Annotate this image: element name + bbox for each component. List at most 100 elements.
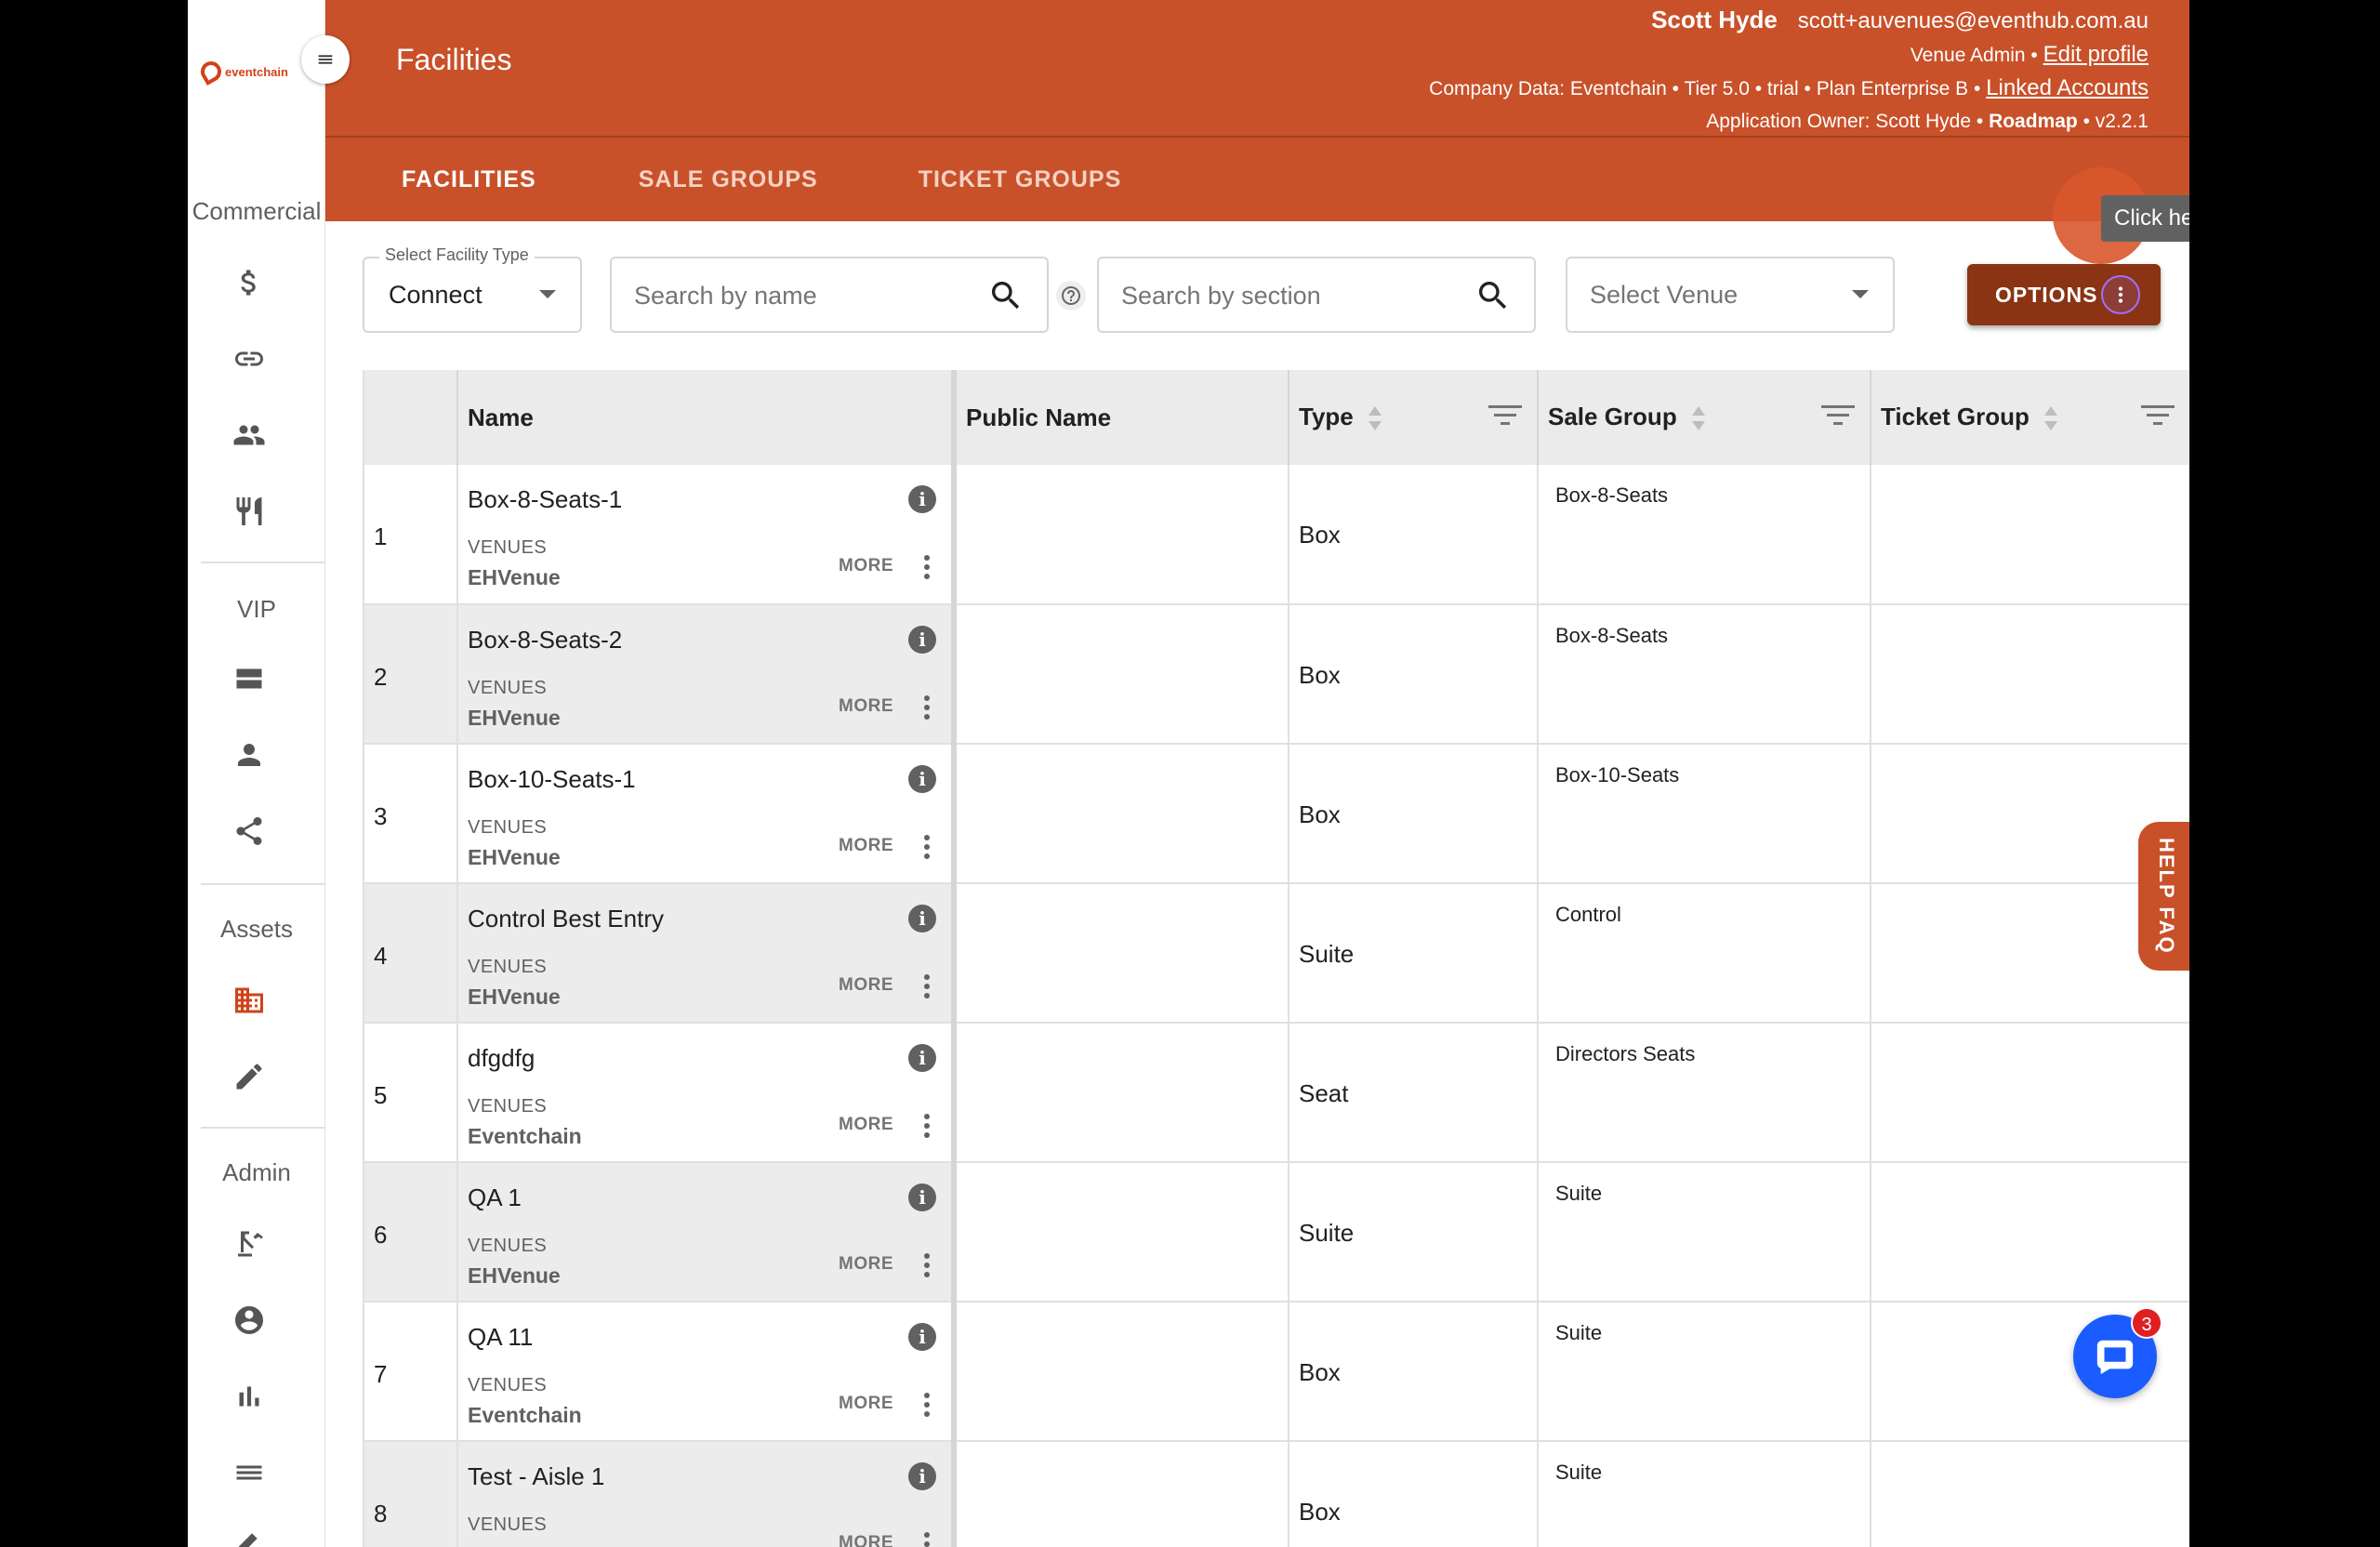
box-icon[interactable] [229, 658, 270, 699]
people-icon[interactable] [229, 415, 270, 456]
table-row[interactable]: 7 QA 11 i VENUES Eventchain MORE Box Sui… [364, 1302, 2189, 1442]
sidebar-section-admin: Admin [222, 1158, 291, 1186]
more-button[interactable]: MORE [839, 1254, 893, 1275]
search-icon[interactable] [1474, 277, 1512, 314]
options-button[interactable]: OPTIONS [1967, 264, 2161, 325]
column-header-name[interactable]: Name [457, 370, 957, 465]
venue-name: EHVenue [468, 1263, 561, 1288]
pencil-icon[interactable] [229, 1056, 270, 1097]
share-icon[interactable] [229, 811, 270, 852]
more-button[interactable]: MORE [839, 975, 893, 996]
row-number: 8 [364, 1441, 458, 1547]
facility-name-cell: dfgdfg i VENUES Eventchain MORE [457, 1023, 957, 1163]
info-icon[interactable]: i [908, 1462, 936, 1490]
more-vert-icon[interactable] [2101, 275, 2140, 314]
info-icon[interactable]: i [908, 1044, 936, 1072]
more-vert-icon[interactable] [923, 973, 931, 999]
facility-name-cell: Box-8-Seats-2 i VENUES EHVenue MORE [457, 604, 957, 745]
venue-select[interactable]: Select Venue [1566, 257, 1895, 333]
facility-type-select[interactable]: Select Facility Type Connect [363, 245, 582, 333]
public-name-cell [954, 1023, 1289, 1163]
sidebar-divider [201, 1127, 325, 1129]
column-header-type[interactable]: Type [1289, 370, 1539, 465]
column-header-sale-group[interactable]: Sale Group [1538, 370, 1871, 465]
table-row[interactable]: 4 Control Best Entry i VENUES EHVenue MO… [364, 883, 2189, 1024]
more-vert-icon[interactable] [923, 694, 931, 721]
menu-toggle-button[interactable] [301, 35, 350, 84]
column-header-label: Type [1299, 402, 1354, 430]
info-icon[interactable]: i [908, 1323, 936, 1351]
ticket-group-cell [1871, 1023, 2189, 1163]
table-row[interactable]: 1 Box-8-Seats-1 i VENUES EHVenue MORE Bo… [364, 465, 2189, 605]
dollar-icon[interactable] [229, 262, 270, 303]
tab-facilities[interactable]: FACILITIES [325, 138, 602, 221]
roadmap-link[interactable]: Roadmap [1989, 111, 2078, 132]
more-vert-icon[interactable] [923, 834, 931, 860]
table-row[interactable]: 5 dfgdfg i VENUES Eventchain MORE Seat D… [364, 1023, 2189, 1163]
sale-group-cell: Suite [1538, 1302, 1871, 1442]
table-row[interactable]: 6 QA 1 i VENUES EHVenue MORE Suite Suite [364, 1162, 2189, 1302]
sort-icon[interactable] [2043, 404, 2058, 432]
tab-sale-groups[interactable]: SALE GROUPS [602, 138, 866, 221]
tab-ticket-groups[interactable]: TICKET GROUPS [866, 138, 1170, 221]
info-icon[interactable]: i [908, 626, 936, 654]
type-cell: Box [1289, 604, 1539, 745]
more-button[interactable]: MORE [839, 1533, 893, 1547]
more-button[interactable]: MORE [839, 1394, 893, 1414]
type-cell: Box [1289, 1302, 1539, 1442]
sale-group-cell: Suite [1538, 1441, 1871, 1547]
edit-icon[interactable] [229, 1521, 270, 1547]
column-header-label: Ticket Group [1881, 402, 2030, 430]
filter-icon[interactable] [1487, 402, 1524, 430]
facility-name-cell: Box-10-Seats-1 i VENUES EHVenue MORE [457, 744, 957, 884]
facility-name: Test - Aisle 1 [468, 1462, 605, 1490]
help-circle-icon[interactable] [1056, 281, 1086, 311]
app-window: eventchain Commercial VIP Assets Admin F… [188, 0, 2189, 1547]
filter-icon[interactable] [2139, 402, 2176, 430]
filter-icon[interactable] [1819, 402, 1857, 430]
list-icon[interactable] [229, 1452, 270, 1493]
info-icon[interactable]: i [908, 485, 936, 513]
bar-chart-icon[interactable] [229, 1376, 270, 1417]
account-circle-icon[interactable] [229, 1300, 270, 1341]
sort-icon[interactable] [1368, 404, 1382, 432]
building-icon[interactable] [229, 980, 270, 1021]
row-number: 2 [364, 604, 458, 745]
person-icon[interactable] [229, 734, 270, 775]
facilities-table: Name Public Name Type Sale Group Ticket … [363, 370, 2189, 1547]
sort-icon[interactable] [1691, 404, 1706, 432]
info-icon[interactable]: i [908, 1183, 936, 1211]
column-header-ticket-group[interactable]: Ticket Group [1871, 370, 2189, 465]
info-icon[interactable]: i [908, 765, 936, 793]
table-row[interactable]: 2 Box-8-Seats-2 i VENUES EHVenue MORE Bo… [364, 604, 2189, 745]
table-row[interactable]: 8 Test - Aisle 1 i VENUES MORE Box Suite [364, 1441, 2189, 1547]
column-header-public-name[interactable]: Public Name [954, 370, 1289, 465]
more-vert-icon[interactable] [923, 1113, 931, 1139]
more-button[interactable]: MORE [839, 696, 893, 717]
user-email: scott+auvenues@eventhub.com.au [1797, 8, 2149, 33]
facility-name: QA 11 [468, 1323, 534, 1351]
search-by-name-input[interactable] [634, 277, 969, 314]
more-vert-icon[interactable] [923, 554, 931, 580]
logo[interactable]: eventchain [196, 56, 312, 87]
table-row[interactable]: 3 Box-10-Seats-1 i VENUES EHVenue MORE B… [364, 744, 2189, 884]
column-header-index [364, 370, 458, 465]
more-button[interactable]: MORE [839, 556, 893, 576]
info-icon[interactable]: i [908, 905, 936, 932]
more-vert-icon[interactable] [923, 1531, 931, 1547]
link-icon[interactable] [229, 338, 270, 379]
edit-profile-link[interactable]: Edit profile [2043, 42, 2149, 67]
help-faq-button[interactable]: HELP FAQ [2138, 822, 2189, 971]
search-by-section-input[interactable] [1121, 277, 1456, 314]
table-header-row: Name Public Name Type Sale Group Ticket … [364, 370, 2189, 465]
more-vert-icon[interactable] [923, 1252, 931, 1278]
more-button[interactable]: MORE [839, 836, 893, 856]
crane-icon[interactable] [229, 1223, 270, 1264]
more-button[interactable]: MORE [839, 1115, 893, 1135]
search-icon[interactable] [987, 277, 1025, 314]
restaurant-icon[interactable] [229, 491, 270, 532]
linked-accounts-link[interactable]: Linked Accounts [1986, 75, 2149, 100]
facility-name-cell: Control Best Entry i VENUES EHVenue MORE [457, 883, 957, 1024]
more-vert-icon[interactable] [923, 1392, 931, 1418]
public-name-cell [954, 1441, 1289, 1547]
